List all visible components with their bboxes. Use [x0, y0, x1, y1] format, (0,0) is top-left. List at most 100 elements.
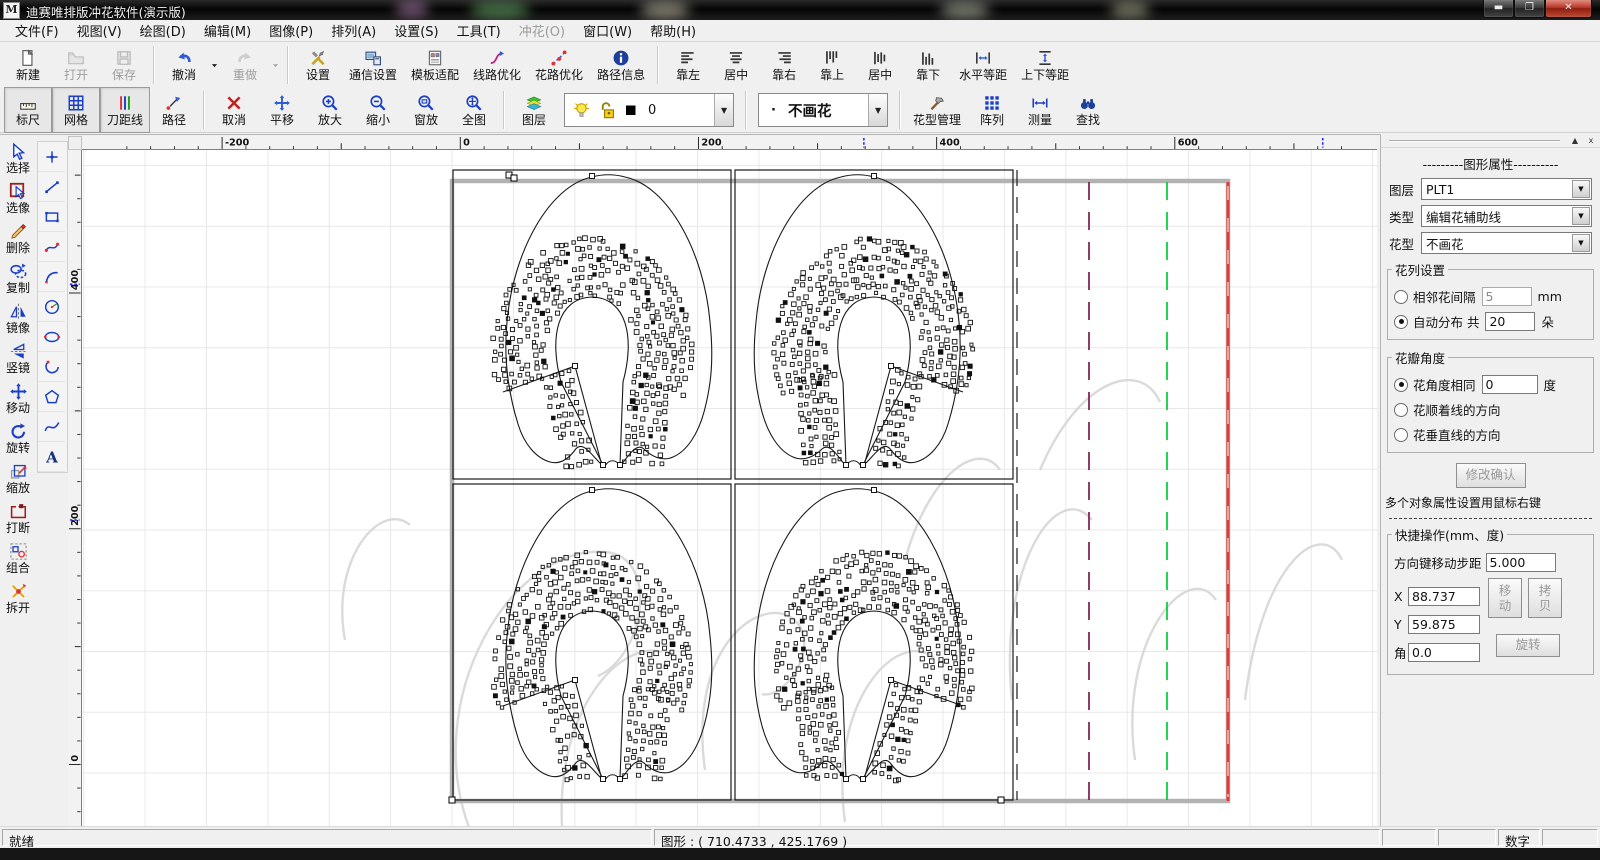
dropdown-caret-icon[interactable]	[208, 45, 221, 85]
toolbar-button-靠右[interactable]: 靠右	[760, 42, 808, 88]
draw-tool-spline[interactable]	[38, 412, 65, 442]
toolbar-button-新建[interactable]: 新建	[4, 42, 52, 88]
toolbar-button-线路优化[interactable]: 线路优化	[466, 42, 528, 88]
menu-帮助H[interactable]: 帮助(H)	[641, 19, 705, 42]
menu-视图V[interactable]: 视图(V)	[68, 19, 131, 42]
toolbar-button-花型管理[interactable]: 花型管理	[906, 87, 968, 133]
toolbar-button-通信设置[interactable]: 通信设置	[342, 42, 404, 88]
draw-tool-polyline[interactable]	[38, 232, 65, 262]
panel-close-icon[interactable]: x	[1584, 135, 1598, 146]
toolbar-button-放大[interactable]: 放大	[306, 87, 354, 133]
flowertype-select[interactable]: 不画花▼	[1421, 232, 1592, 254]
draw-tool-text[interactable]: A	[38, 442, 65, 472]
menu-设置S[interactable]: 设置(S)	[385, 19, 447, 42]
selection-handle[interactable]	[449, 797, 455, 803]
drawing-canvas[interactable]	[82, 150, 1377, 826]
move-button[interactable]: 移动	[1488, 578, 1522, 618]
adjacent-gap-input[interactable]: 5	[1482, 287, 1532, 306]
toolbar-button-撤消[interactable]: 撤消	[160, 42, 208, 88]
perpendicular-radio[interactable]	[1394, 428, 1408, 442]
tool-删除[interactable]: 删除	[0, 219, 36, 259]
toolbar-button-水平等距[interactable]: 水平等距	[952, 42, 1014, 88]
layer-select[interactable]: PLT1▼	[1421, 178, 1592, 200]
rotate-button[interactable]: 旋转	[1496, 634, 1560, 657]
y-input[interactable]: 59.875	[1408, 615, 1480, 634]
tool-镜像[interactable]: 镜像	[0, 299, 36, 339]
menu-图像P[interactable]: 图像(P)	[260, 19, 322, 42]
menu-文件F[interactable]: 文件(F)	[6, 19, 68, 42]
toolbar-button-靠上[interactable]: 靠上	[808, 42, 856, 88]
selection-handle[interactable]	[998, 797, 1004, 803]
toolbar-button-窗放[interactable]: 窗放	[402, 87, 450, 133]
panel-collapse-icon[interactable]: ▲	[1568, 135, 1582, 146]
toolbar-button-全图[interactable]: 全图	[450, 87, 498, 133]
tool-选像[interactable]: 选像	[0, 179, 36, 219]
toolbar-button-刀距线[interactable]: 刀距线	[100, 87, 150, 133]
draw-tool-arc[interactable]	[38, 262, 65, 292]
pattern-piece[interactable]	[492, 488, 712, 782]
toolbar-button-图层[interactable]: 图层	[510, 87, 558, 133]
draw-tool-arc2[interactable]	[38, 352, 65, 382]
tool-打断[interactable]: 打断	[0, 499, 36, 539]
tool-移动[interactable]: 移动	[0, 379, 36, 419]
tool-组合[interactable]: 组合	[0, 539, 36, 579]
menu-编辑M[interactable]: 编辑(M)	[195, 19, 260, 42]
restore-button[interactable]: ❐	[1514, 0, 1545, 18]
draw-tool-ellipse[interactable]	[38, 322, 65, 352]
minimize-button[interactable]: ▬	[1483, 0, 1514, 18]
toolbar-button-模板适配[interactable]: 模板适配	[404, 42, 466, 88]
copy-button[interactable]: 拷贝	[1528, 578, 1562, 618]
chevron-down-icon[interactable]: ▼	[714, 94, 733, 126]
same-angle-radio[interactable]	[1394, 378, 1408, 392]
close-button[interactable]: ✕	[1545, 0, 1592, 18]
toolbar-button-平移[interactable]: 平移	[258, 87, 306, 133]
chevron-down-icon[interactable]: ▼	[1572, 234, 1590, 252]
pen-color-combo[interactable]: 0▼	[564, 93, 734, 127]
adjacent-gap-radio[interactable]	[1394, 290, 1408, 304]
type-select[interactable]: 编辑花辅助线▼	[1421, 205, 1592, 227]
toolbar-button-居中[interactable]: 居中	[856, 42, 904, 88]
toolbar-button-取消[interactable]: 取消	[210, 87, 258, 133]
draw-tool-line[interactable]	[38, 172, 65, 202]
pattern-piece[interactable]	[754, 174, 974, 468]
pattern-cell-box[interactable]	[453, 484, 731, 800]
tool-缩放[interactable]: 缩放	[0, 459, 36, 499]
along-line-radio[interactable]	[1394, 403, 1408, 417]
step-input[interactable]: 5.000	[1486, 553, 1556, 572]
tool-拆开[interactable]: 拆开	[0, 579, 36, 619]
auto-distribute-radio[interactable]	[1394, 315, 1408, 329]
toolbar-button-查找[interactable]: 查找	[1064, 87, 1112, 133]
panel-grip[interactable]: ▲ x	[1381, 134, 1600, 148]
draw-tool-polygon[interactable]	[38, 382, 65, 412]
menu-排列A[interactable]: 排列(A)	[322, 19, 385, 42]
confirm-modify-button[interactable]: 修改确认	[1456, 463, 1526, 488]
selection-handle[interactable]	[511, 175, 517, 181]
toolbar-button-居中[interactable]: 居中	[712, 42, 760, 88]
toolbar-button-靠下[interactable]: 靠下	[904, 42, 952, 88]
toolbar-button-路径[interactable]: 路径	[150, 87, 198, 133]
x-input[interactable]: 88.737	[1408, 587, 1480, 606]
toolbar-button-阵列[interactable]: 阵列	[968, 87, 1016, 133]
tool-竖镜[interactable]: 竖镜	[0, 339, 36, 379]
toolbar-button-网格[interactable]: 网格	[52, 87, 100, 133]
chevron-down-icon[interactable]: ▼	[868, 94, 887, 126]
pattern-piece[interactable]	[754, 488, 974, 783]
draw-tool-circle[interactable]	[38, 292, 65, 322]
toolbar-button-路径信息[interactable]: 路径信息	[590, 42, 652, 88]
toolbar-button-靠左[interactable]: 靠左	[664, 42, 712, 88]
toolbar-button-设置[interactable]: 设置	[294, 42, 342, 88]
draw-tool-rect[interactable]	[38, 202, 65, 232]
menu-工具T[interactable]: 工具(T)	[448, 19, 510, 42]
pattern-piece[interactable]	[491, 174, 712, 469]
tool-旋转[interactable]: 旋转	[0, 419, 36, 459]
draw-tool-point[interactable]	[38, 142, 65, 172]
tool-复制[interactable]: 复制	[0, 259, 36, 299]
flower-count-input[interactable]: 20	[1485, 312, 1535, 331]
toolbar-button-标尺[interactable]: 标尺	[4, 87, 52, 133]
pattern-cell-box[interactable]	[453, 170, 731, 479]
tool-选择[interactable]: 选择	[0, 139, 36, 179]
toolbar-button-花路优化[interactable]: 花路优化	[528, 42, 590, 88]
flower-type-combo[interactable]: ·不画花▼	[758, 93, 888, 127]
toolbar-button-上下等距[interactable]: 上下等距	[1014, 42, 1076, 88]
toolbar-button-测量[interactable]: 测量	[1016, 87, 1064, 133]
